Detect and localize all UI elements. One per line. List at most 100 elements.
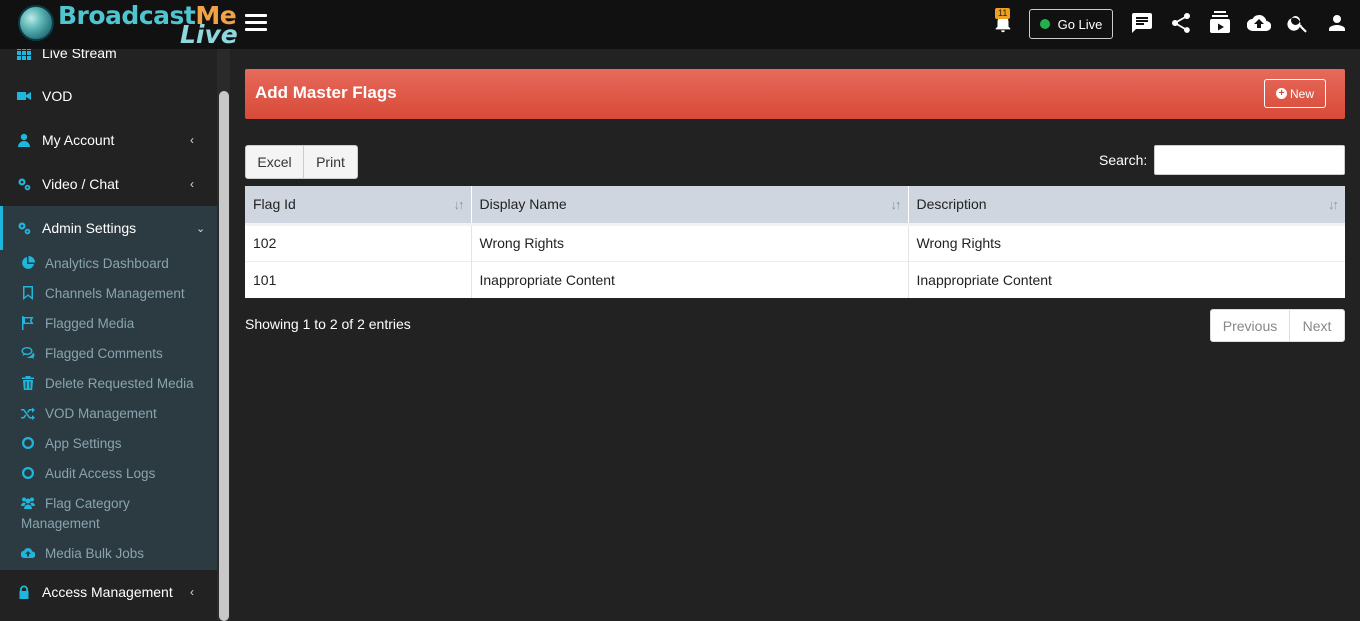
submenu-item-label: Flag Category [45,496,130,511]
sidebar-item-label: VOD [42,88,73,104]
chevron-left-icon: ‹ [190,585,194,599]
submenu-item-vod-management[interactable]: VOD Management [0,406,217,424]
sort-icon: ↓↑ [890,197,902,212]
submenu-item-delete-requested-media[interactable]: Delete Requested Media [0,376,217,394]
comments-icon [21,346,35,360]
cloud-upload-icon [1247,14,1271,32]
excel-export-button[interactable]: Excel [245,145,304,179]
column-header-label: Display Name [479,196,567,213]
circle-icon [21,436,35,450]
submenu-item-app-settings[interactable]: App Settings [0,436,217,454]
trash-icon [21,376,35,390]
sidebar-item-label: My Account [42,132,115,148]
bookmark-icon [21,286,35,300]
submenu-item-label: Channels Management [45,286,185,301]
sort-icon: ↓↑ [453,197,465,212]
submenu-item-channels-management[interactable]: Channels Management [0,286,217,304]
new-button-label: New [1289,86,1314,101]
cell-description: Inappropriate Content [908,260,1345,298]
cogs-icon [17,177,31,191]
submenu-item-flagged-media[interactable]: Flagged Media [0,316,217,334]
search-input[interactable] [1154,145,1345,175]
user-icon [1329,15,1345,31]
pie-chart-icon [21,256,35,270]
submenu-item-label: Delete Requested Media [45,376,194,391]
profile-button[interactable] [1324,10,1350,36]
brand-word-live: Live [180,20,238,49]
playlist-button[interactable] [1207,10,1233,36]
sidebar-item-my-account[interactable]: My Account ‹ [0,118,217,162]
brand-word-broadcast: Broadcast [58,1,196,30]
chevron-down-icon: ⌄ [196,222,206,235]
submenu-item-flagged-comments[interactable]: Flagged Comments [0,346,217,364]
table-row[interactable]: 101 Inappropriate Content Inappropriate … [245,260,1345,298]
plus-circle-icon: + [1275,88,1287,99]
admin-settings-submenu: Analytics Dashboard Channels Management … [0,250,217,570]
column-header-flag-id[interactable]: Flag Id ↓↑ [245,186,472,224]
go-live-label: Go Live [1057,16,1103,32]
cell-display-name: Inappropriate Content [471,260,909,298]
submenu-item-label: App Settings [45,436,122,451]
master-flags-table: Flag Id ↓↑ Display Name ↓↑ Description ↓↑ 1… [245,186,1345,298]
share-button[interactable] [1168,10,1194,36]
chevron-left-icon: ‹ [190,177,194,191]
column-header-description[interactable]: Description ↓↑ [908,186,1345,224]
search-icon [1287,16,1307,33]
sidebar-item-vod[interactable]: VOD [0,74,217,118]
hamburger-menu-icon[interactable] [245,14,267,34]
random-icon [21,406,35,420]
cell-flag-id: 101 [245,260,472,298]
sidebar-scrollbar-thumb[interactable] [219,91,229,621]
column-header-label: Flag Id [253,196,296,213]
sidebar-item-access-management[interactable]: Access Management ‹ [0,570,217,614]
user-icon [17,133,31,147]
submenu-item-flag-category-management[interactable]: Flag Category Management [0,496,217,536]
sidebar-item-label: Live Stream [42,49,117,61]
submenu-item-audit-access-logs[interactable]: Audit Access Logs [0,466,217,484]
cell-display-name: Wrong Rights [471,222,909,261]
pagination-previous-button[interactable]: Previous [1210,309,1290,342]
upload-button[interactable] [1246,10,1272,36]
submenu-item-label: Analytics Dashboard [45,256,169,271]
pagination-next-button[interactable]: Next [1289,309,1345,342]
cloud-upload-icon [21,546,35,560]
go-live-button[interactable]: Go Live [1029,9,1113,39]
page-title: Add Master Flags [255,83,397,102]
chat-button[interactable] [1129,10,1155,36]
table-info-text: Showing 1 to 2 of 2 entries [245,316,411,332]
column-header-label: Description [916,196,987,213]
globe-logo-icon [18,5,54,41]
live-status-dot-icon [1039,19,1050,29]
sidebar-item-video-chat[interactable]: Video / Chat ‹ [0,162,217,206]
sort-icon: ↓↑ [1328,197,1339,212]
brand-logo[interactable]: BroadcastMe Live [0,0,238,49]
submenu-item-label: Media Bulk Jobs [45,546,145,561]
chevron-left-icon: ‹ [190,133,194,147]
playlist-play-icon [1210,11,1230,33]
print-button[interactable]: Print [303,145,358,179]
search-button[interactable] [1285,10,1311,36]
sidebar-item-live-stream[interactable]: Live Stream [0,49,217,75]
table-row[interactable]: 102 Wrong Rights Wrong Rights [245,222,1345,261]
chat-icon [1132,13,1152,33]
sidebar-item-admin-settings[interactable]: Admin Settings ⌄ [0,206,217,250]
submenu-item-label-continued: Management [21,516,100,531]
submenu-item-analytics-dashboard[interactable]: Analytics Dashboard [0,256,217,274]
search-label: Search: [1099,152,1148,168]
circle-icon [21,466,35,480]
lock-icon [17,585,31,599]
new-flag-button[interactable]: + New [1264,79,1326,108]
grid-icon [17,49,31,60]
submenu-item-media-bulk-jobs[interactable]: Media Bulk Jobs [0,546,217,564]
table-header-row: Flag Id ↓↑ Display Name ↓↑ Description ↓↑ [245,186,1345,224]
cogs-icon [17,221,31,235]
sidebar: Live Stream VOD My Account ‹ Video / Cha… [0,49,230,621]
column-header-display-name[interactable]: Display Name ↓↑ [471,186,909,224]
notifications-button[interactable]: 11 [990,8,1016,35]
sidebar-item-label: Admin Settings [42,220,137,236]
cell-flag-id: 102 [245,222,472,261]
submenu-item-label: Audit Access Logs [45,466,156,481]
submenu-item-label: Flagged Comments [45,346,163,361]
video-camera-icon [17,89,31,103]
flag-icon [21,316,35,330]
